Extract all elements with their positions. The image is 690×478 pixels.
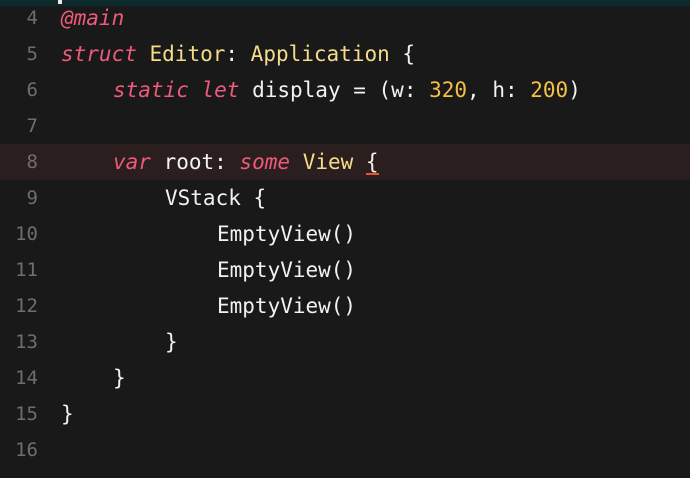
code-text: var root: some View { — [61, 149, 379, 175]
line-number: 7 — [26, 115, 38, 137]
line-number: 6 — [26, 79, 38, 101]
type-token: Application — [250, 42, 390, 66]
code-line[interactable]: 7 — [0, 108, 690, 144]
line-number: 9 — [26, 187, 38, 209]
keyword-token: let — [201, 78, 240, 102]
code-text: EmptyView() — [61, 257, 356, 283]
code-line[interactable]: 4 @main — [0, 0, 690, 36]
code-token: EmptyView() — [217, 258, 357, 282]
code-line[interactable]: 12 EmptyView() — [0, 288, 690, 324]
line-number: 13 — [15, 331, 38, 353]
code-text: } — [61, 401, 74, 427]
code-line[interactable]: 14} — [0, 360, 690, 396]
keyword-token: struct — [61, 42, 137, 66]
code-text: EmptyView() — [61, 221, 356, 247]
code-token: , h: — [467, 78, 531, 102]
code-token: } — [113, 366, 126, 390]
code-line[interactable]: 5 struct Editor: Application { — [0, 36, 690, 72]
code-line[interactable]: 9 VStack { — [0, 180, 690, 216]
line-number: 4 — [26, 7, 38, 29]
code-token: EmptyView() — [217, 294, 357, 318]
type-token: View — [302, 150, 354, 174]
line-number: 5 — [26, 43, 38, 65]
code-token: VStack { — [165, 186, 267, 210]
code-editor[interactable]: 4 @main 5 struct Editor: Application {6 stat… — [0, 0, 690, 478]
code-text: EmptyView() — [61, 293, 356, 319]
line-number: 12 — [15, 295, 38, 317]
code-token: root: — [150, 150, 240, 174]
line-number: 15 — [15, 403, 38, 425]
number-token: 200 — [530, 78, 569, 102]
code-line[interactable]: 8 var root: some View { — [0, 144, 690, 180]
line-number: 8 — [26, 151, 38, 173]
type-token: Editor — [149, 42, 226, 66]
code-token: EmptyView() — [217, 222, 357, 246]
cursor-brace-token: { — [365, 150, 379, 174]
code-token: { — [389, 42, 416, 66]
number-token: 320 — [429, 78, 468, 102]
code-text: } — [61, 329, 178, 355]
code-text: @main — [61, 5, 124, 31]
code-text: } — [61, 365, 126, 391]
keyword-token: @main — [61, 6, 125, 30]
code-line[interactable]: 10 EmptyView() — [0, 216, 690, 252]
keyword-token: static — [113, 78, 189, 102]
keyword-token: var — [113, 150, 151, 174]
code-token: } — [165, 330, 178, 354]
code-text: struct Editor: Application { — [61, 41, 415, 67]
line-number: 11 — [15, 259, 38, 281]
code-token: display = (w: — [239, 78, 430, 102]
code-line[interactable]: 16 — [0, 432, 690, 468]
code-token: } — [61, 402, 74, 426]
code-text: static let display = (w: 320, h: 200) — [61, 77, 581, 103]
keyword-token: some — [239, 150, 291, 174]
code-token: : — [225, 42, 251, 66]
code-line[interactable]: 11 EmptyView() — [0, 252, 690, 288]
code-line[interactable]: 6 static let display = (w: 320, h: 200) — [0, 72, 690, 108]
line-number: 16 — [15, 439, 38, 461]
code-line[interactable]: 13} — [0, 324, 690, 360]
code-line[interactable]: 15} — [0, 396, 690, 432]
line-number: 14 — [15, 367, 38, 389]
code-token: ) — [568, 78, 581, 102]
line-number: 10 — [15, 223, 38, 245]
code-text: VStack { — [61, 185, 266, 211]
